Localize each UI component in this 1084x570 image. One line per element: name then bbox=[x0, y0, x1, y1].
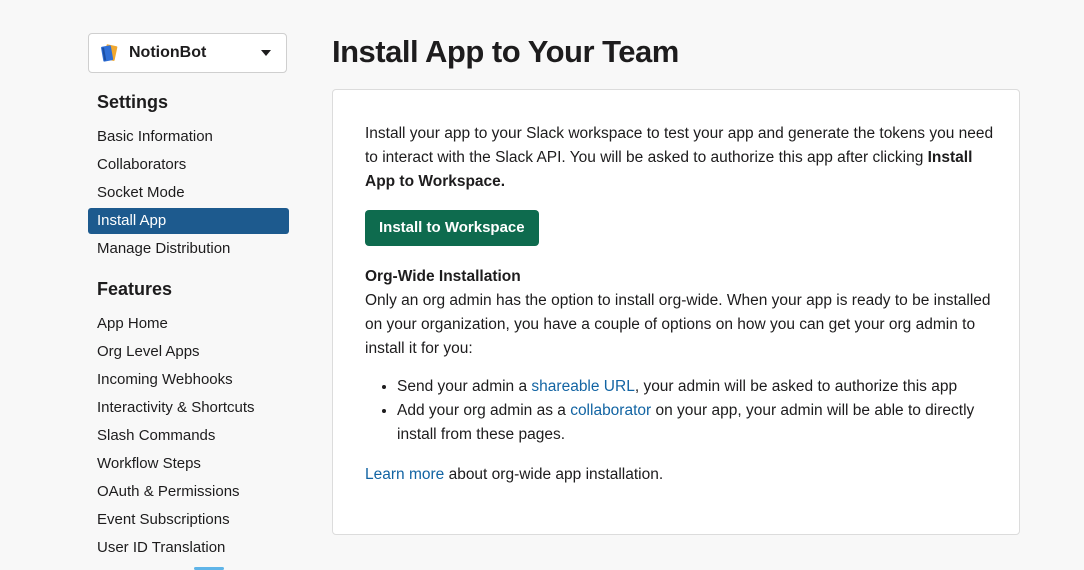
sidebar-item-user-id-translation[interactable]: User ID Translation bbox=[88, 535, 289, 561]
collaborator-link[interactable]: collaborator bbox=[570, 402, 651, 419]
install-card: Install your app to your Slack workspace… bbox=[332, 89, 1020, 535]
learn-more-suffix: about org-wide app installation. bbox=[444, 466, 664, 483]
bullet-text: Send your admin a bbox=[397, 378, 532, 395]
notebook-icon bbox=[99, 43, 119, 63]
sidebar-item-collaborators[interactable]: Collaborators bbox=[88, 152, 289, 178]
list-item: Send your admin a shareable URL, your ad… bbox=[397, 375, 995, 399]
org-options-list: Send your admin a shareable URL, your ad… bbox=[365, 375, 995, 447]
list-item: Add your org admin as a collaborator on … bbox=[397, 399, 995, 447]
learn-more-link[interactable]: Learn more bbox=[365, 466, 444, 483]
caret-down-icon bbox=[260, 49, 272, 57]
settings-nav: Basic Information Collaborators Socket M… bbox=[88, 124, 289, 264]
org-wide-title: Org-Wide Installation bbox=[365, 268, 521, 285]
features-heading: Features bbox=[97, 279, 173, 299]
app-selector[interactable]: NotionBot bbox=[88, 33, 287, 73]
app-name: NotionBot bbox=[129, 44, 207, 61]
intro-body: Install your app to your Slack workspace… bbox=[365, 125, 994, 166]
shareable-url-link[interactable]: shareable URL bbox=[531, 378, 634, 395]
features-nav: App Home Org Level Apps Incoming Webhook… bbox=[88, 311, 289, 563]
sidebar-item-app-home[interactable]: App Home bbox=[88, 311, 289, 337]
sidebar-item-org-level-apps[interactable]: Org Level Apps bbox=[88, 339, 289, 365]
sidebar-item-incoming-webhooks[interactable]: Incoming Webhooks bbox=[88, 367, 289, 393]
intro-text: Install your app to your Slack workspace… bbox=[365, 122, 995, 194]
sidebar-item-manage-distribution[interactable]: Manage Distribution bbox=[88, 236, 289, 262]
sidebar-item-oauth-permissions[interactable]: OAuth & Permissions bbox=[88, 479, 289, 505]
sidebar-item-socket-mode[interactable]: Socket Mode bbox=[88, 180, 289, 206]
settings-heading: Settings bbox=[97, 92, 169, 112]
org-wide-body: Only an org admin has the option to inst… bbox=[365, 292, 991, 357]
sidebar-item-slash-commands[interactable]: Slash Commands bbox=[88, 423, 289, 449]
sidebar-item-workflow-steps[interactable]: Workflow Steps bbox=[88, 451, 289, 477]
sidebar-item-event-subscriptions[interactable]: Event Subscriptions bbox=[88, 507, 289, 533]
sidebar-item-interactivity-shortcuts[interactable]: Interactivity & Shortcuts bbox=[88, 395, 289, 421]
install-to-workspace-button[interactable]: Install to Workspace bbox=[365, 210, 539, 246]
sidebar-item-install-app[interactable]: Install App bbox=[88, 208, 289, 234]
bullet-text: , your admin will be asked to authorize … bbox=[634, 378, 958, 395]
page-title: Install App to Your Team bbox=[332, 34, 679, 69]
bullet-text: Add your org admin as a bbox=[397, 402, 571, 419]
sidebar-item-basic-information[interactable]: Basic Information bbox=[88, 124, 289, 150]
learn-more-text: Learn more about org-wide app installati… bbox=[365, 463, 995, 487]
